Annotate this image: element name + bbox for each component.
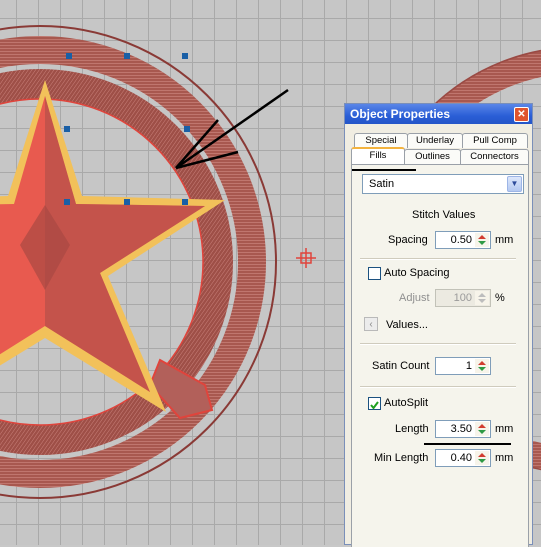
adjust-value: 100 (453, 292, 472, 304)
dialog-title: Object Properties (350, 107, 451, 121)
satin-count-value: 1 (465, 360, 472, 372)
satin-count-label: Satin Count (372, 360, 430, 372)
tab-special[interactable]: Special (354, 133, 408, 148)
length-value: 3.50 (450, 423, 472, 435)
spin-arrows-icon[interactable] (475, 359, 489, 373)
satin-count-input[interactable]: 1 (435, 357, 491, 375)
autosplit-label: AutoSplit (384, 397, 429, 409)
length-input[interactable]: 3.50 (435, 420, 491, 438)
tab-pull-comp[interactable]: Pull Comp (462, 133, 528, 148)
center-marker-icon (296, 248, 316, 268)
close-button[interactable]: ✕ (514, 107, 529, 122)
spacing-value: 0.50 (450, 234, 472, 246)
auto-spacing-checkbox[interactable] (368, 267, 381, 280)
fills-tab-panel (351, 164, 529, 547)
spin-arrows-icon[interactable] (475, 233, 489, 247)
spacing-label: Spacing (388, 234, 428, 246)
stitch-values-heading: Stitch Values (412, 209, 476, 221)
length-label: Length (395, 423, 429, 435)
spin-arrows-icon (475, 291, 489, 305)
min-length-value: 0.40 (450, 452, 472, 464)
chevron-down-icon[interactable]: ▼ (507, 176, 522, 192)
checkmark-icon (370, 401, 379, 410)
min-length-unit: mm (495, 452, 514, 464)
tab-outlines[interactable]: Outlines (404, 149, 461, 164)
spacing-input[interactable]: 0.50 (435, 231, 491, 249)
adjust-input: 100 (435, 289, 491, 307)
auto-spacing-label: Auto Spacing (384, 267, 450, 279)
annotation-underline-top (352, 169, 416, 171)
dialog-titlebar[interactable]: Object Properties ✕ (345, 104, 532, 124)
chevron-left-icon[interactable]: ‹ (364, 317, 378, 331)
fill-type-value: Satin (369, 178, 395, 190)
adjust-unit: % (495, 292, 505, 304)
spin-arrows-icon[interactable] (475, 451, 489, 465)
annotation-underline-length (424, 443, 511, 445)
spacing-unit: mm (495, 234, 514, 246)
autosplit-checkbox[interactable] (368, 397, 381, 410)
adjust-label: Adjust (399, 292, 430, 304)
separator (360, 386, 516, 388)
min-length-label: Min Length (374, 452, 429, 464)
values-button[interactable]: Values... (386, 319, 428, 331)
fill-type-select[interactable]: Satin ▼ (362, 174, 524, 194)
separator (360, 258, 516, 260)
separator (360, 343, 516, 345)
length-unit: mm (495, 423, 514, 435)
tab-connectors[interactable]: Connectors (460, 149, 529, 164)
spin-arrows-icon[interactable] (475, 422, 489, 436)
tab-fills[interactable]: Fills (351, 147, 405, 165)
tab-underlay[interactable]: Underlay (407, 133, 463, 148)
min-length-input[interactable]: 0.40 (435, 449, 491, 467)
